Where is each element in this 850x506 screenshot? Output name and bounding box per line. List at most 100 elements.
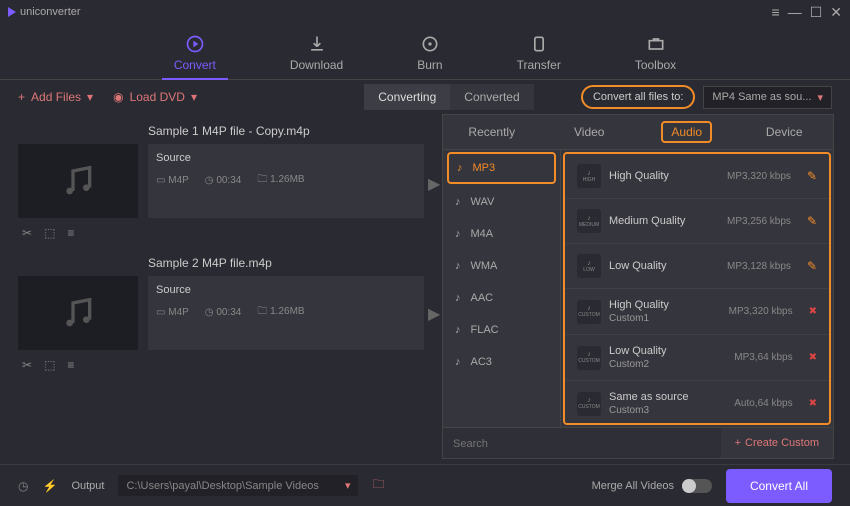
bolt-icon[interactable]: ⚡ — [42, 479, 57, 493]
nav-download[interactable]: Download — [278, 30, 355, 79]
quality-name: Low Quality — [609, 345, 726, 357]
convert-all-to-button[interactable]: Convert all files to: — [581, 85, 695, 109]
plus-icon: + — [735, 437, 741, 449]
audio-format-icon: ♪ — [457, 162, 463, 174]
quality-icon: ♪CUSTOM — [577, 392, 601, 416]
convert-icon — [185, 34, 205, 54]
format-item-flac[interactable]: ♪FLAC — [443, 314, 560, 346]
panel-tab-audio[interactable]: Audio — [638, 115, 736, 149]
minimize-icon[interactable]: — — [788, 4, 802, 21]
arrow-icon: ▶ — [428, 304, 440, 324]
clock-icon[interactable]: ◷ — [18, 479, 28, 493]
tab-converted[interactable]: Converted — [450, 84, 533, 110]
crop-icon[interactable]: ⬚ — [44, 226, 55, 240]
maximize-icon[interactable]: ☐ — [810, 4, 823, 21]
format-badge: ▭ M4P — [156, 175, 189, 186]
quality-name: High Quality — [609, 299, 721, 311]
quality-spec: MP3,128 kbps — [727, 261, 791, 272]
panel-tab-recently[interactable]: Recently — [443, 115, 541, 149]
load-dvd-button[interactable]: ◉Load DVD▾ — [113, 90, 197, 104]
crop-icon[interactable]: ⬚ — [44, 358, 55, 372]
nav-burn[interactable]: Burn — [405, 30, 454, 79]
edit-icon[interactable]: ✎ — [807, 169, 817, 183]
quality-item[interactable]: ♪CUSTOMLow QualityCustom2MP3,64 kbps✖ — [565, 335, 829, 381]
trim-icon[interactable]: ✂ — [22, 226, 32, 240]
delete-icon[interactable]: ✖ — [809, 352, 817, 363]
audio-format-icon: ♪ — [455, 292, 461, 304]
output-label: Output — [71, 480, 104, 492]
quality-item[interactable]: ♪CUSTOMSame as sourceCustom3Auto,64 kbps… — [565, 381, 829, 425]
duration: ◷ 00:34 — [205, 307, 242, 318]
quality-item[interactable]: ♪MEDIUMMedium QualityMP3,256 kbps✎ — [565, 199, 829, 244]
toolbox-icon — [646, 34, 666, 54]
create-custom-button[interactable]: +Create Custom — [721, 428, 833, 458]
quality-icon: ♪HIGH — [577, 164, 601, 188]
target-format-dropdown[interactable]: MP4 Same as sou...▾ — [703, 86, 832, 109]
format-item-wav[interactable]: ♪WAV — [443, 186, 560, 218]
chevron-down-icon: ▾ — [87, 90, 93, 104]
file-thumbnail[interactable] — [18, 276, 138, 350]
file-thumbnail[interactable] — [18, 144, 138, 218]
disc-icon: ◉ — [113, 90, 123, 104]
file-name: Sample 2 M4P file.m4p — [18, 256, 424, 270]
quality-name: High Quality — [609, 170, 719, 182]
file-card: Sample 2 M4P file.m4p Source ▭ M4P ◷ 00:… — [18, 256, 424, 376]
nav-convert[interactable]: Convert — [162, 30, 228, 79]
quality-item[interactable]: ♪LOW Low Quality MP3,128 kbps ✎ — [565, 244, 829, 289]
quality-item[interactable]: ♪HIGH High Quality MP3,320 kbps ✎ — [565, 154, 829, 199]
chevron-down-icon: ▾ — [817, 91, 823, 104]
format-item-mp3[interactable]: ♪MP3 — [447, 152, 556, 184]
quality-icon: ♪LOW — [577, 254, 601, 278]
edit-icon[interactable]: ✎ — [807, 214, 817, 228]
transfer-icon — [529, 34, 549, 54]
audio-format-icon: ♪ — [455, 196, 461, 208]
nav-toolbox[interactable]: Toolbox — [623, 30, 688, 79]
panel-tab-video[interactable]: Video — [541, 115, 639, 149]
file-card: Sample 1 M4P file - Copy.m4p Source ▭ M4… — [18, 124, 424, 244]
format-item-ac3[interactable]: ♪AC3 — [443, 346, 560, 378]
settings-icon[interactable]: ≡ — [67, 226, 74, 240]
trim-icon[interactable]: ✂ — [22, 358, 32, 372]
add-files-button[interactable]: +Add Files▾ — [18, 90, 93, 104]
search-input[interactable] — [443, 428, 721, 458]
convert-all-button[interactable]: Convert All — [726, 469, 832, 503]
app-logo: uniconverter — [8, 6, 81, 18]
quality-spec: MP3,320 kbps — [727, 171, 791, 182]
quality-name: Medium Quality — [609, 215, 719, 227]
file-name: Sample 1 M4P file - Copy.m4p — [18, 124, 424, 138]
merge-toggle[interactable] — [682, 479, 712, 493]
audio-format-icon: ♪ — [455, 228, 461, 240]
edit-icon[interactable]: ✎ — [807, 259, 817, 273]
quality-spec: MP3,256 kbps — [727, 216, 791, 227]
delete-icon[interactable]: ✖ — [809, 306, 817, 317]
nav-transfer[interactable]: Transfer — [505, 30, 573, 79]
format-item-aac[interactable]: ♪AAC — [443, 282, 560, 314]
delete-icon[interactable]: ✖ — [809, 398, 817, 409]
panel-tab-device[interactable]: Device — [736, 115, 834, 149]
format-item-m4a[interactable]: ♪M4A — [443, 218, 560, 250]
quality-name: Low Quality — [609, 260, 719, 272]
folder-icon[interactable]: 🗀 — [372, 475, 384, 496]
quality-spec: MP3,320 kbps — [729, 306, 793, 317]
source-label: Source — [156, 152, 416, 164]
quality-spec: Auto,64 kbps — [734, 398, 792, 409]
quality-name: Same as source — [609, 391, 726, 403]
settings-icon[interactable]: ≡ — [67, 358, 74, 372]
output-path-field[interactable]: C:\Users\payal\Desktop\Sample Videos▾ — [118, 475, 358, 496]
logo-icon — [8, 7, 16, 17]
format-panel: Recently Video Audio Device ♪MP3♪WAV♪M4A… — [442, 114, 834, 459]
duration: ◷ 00:34 — [205, 175, 242, 186]
merge-label: Merge All Videos — [592, 480, 674, 492]
tab-converting[interactable]: Converting — [364, 84, 450, 110]
menu-icon[interactable]: ≡ — [772, 4, 780, 21]
search-field[interactable] — [453, 438, 711, 450]
app-title: uniconverter — [20, 6, 81, 18]
audio-format-icon: ♪ — [455, 324, 461, 336]
source-label: Source — [156, 284, 416, 296]
quality-icon: ♪CUSTOM — [577, 300, 601, 324]
burn-icon — [420, 34, 440, 54]
close-icon[interactable]: ✕ — [830, 4, 842, 21]
quality-item[interactable]: ♪CUSTOMHigh QualityCustom1MP3,320 kbps✖ — [565, 289, 829, 335]
chevron-down-icon: ▾ — [345, 479, 351, 492]
format-item-wma[interactable]: ♪WMA — [443, 250, 560, 282]
